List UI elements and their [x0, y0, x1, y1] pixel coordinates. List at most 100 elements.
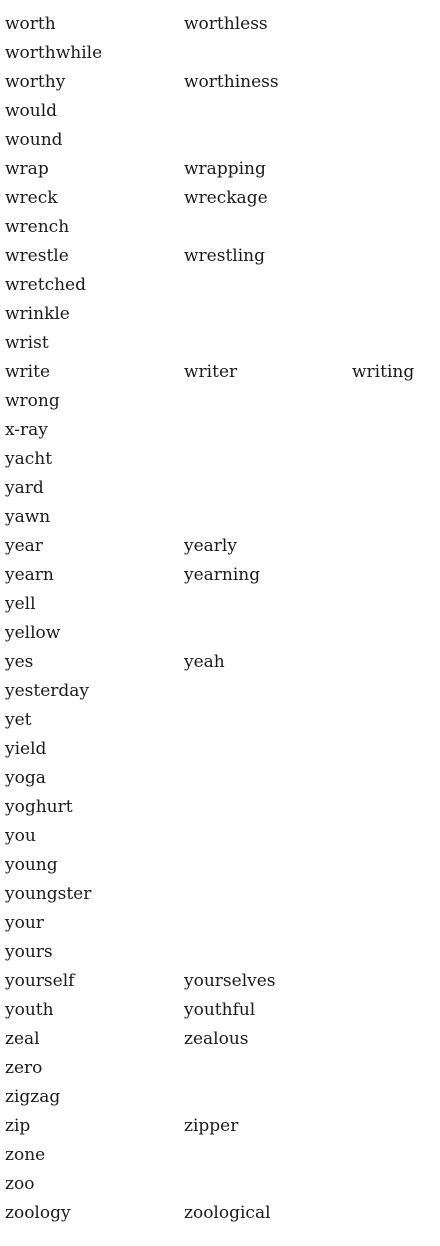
word-row: yes yeah — [5, 648, 435, 677]
derived-word: zipper — [184, 1116, 239, 1136]
word-row: wretched — [5, 271, 435, 300]
headword: wretched — [5, 275, 86, 295]
headword: yell — [5, 594, 36, 614]
derived-word: zealous — [184, 1029, 249, 1049]
word-row: zero — [5, 1054, 435, 1083]
derived-word: yeah — [184, 652, 225, 672]
headword: zeal — [5, 1029, 40, 1049]
word-row: zigzag — [5, 1083, 435, 1112]
headword: yearn — [5, 565, 54, 585]
headword: zoology — [5, 1203, 71, 1223]
word-row: write writer writing — [5, 358, 435, 387]
headword: yacht — [5, 449, 53, 469]
word-row: yearn yearning — [5, 561, 435, 590]
word-row: yellow — [5, 619, 435, 648]
derived-word: wrapping — [184, 159, 266, 179]
headword: your — [5, 913, 44, 933]
derived-word: youthful — [184, 1000, 256, 1020]
headword: worthy — [5, 72, 66, 92]
derived-word: writing — [352, 362, 415, 382]
headword: yoga — [5, 768, 46, 788]
headword: zigzag — [5, 1087, 61, 1107]
headword: youngster — [5, 884, 92, 904]
word-list: worth worthless worthwhile worthy worthiness… — [5, 10, 435, 1228]
word-row: yacht — [5, 445, 435, 474]
word-row: yard — [5, 474, 435, 503]
word-row: youngster — [5, 880, 435, 909]
headword: yoghurt — [5, 797, 73, 817]
headword: yard — [5, 478, 44, 498]
word-row: your — [5, 909, 435, 938]
derived-word: wrestling — [184, 246, 265, 266]
headword: wrench — [5, 217, 70, 237]
word-row: wrong — [5, 387, 435, 416]
word-row: zoology zoological — [5, 1199, 435, 1228]
headword: x-ray — [5, 420, 48, 440]
headword: yes — [5, 652, 34, 672]
word-row: year yearly — [5, 532, 435, 561]
word-row: yell — [5, 590, 435, 619]
word-row: youth youthful — [5, 996, 435, 1025]
derived-word: wreckage — [184, 188, 268, 208]
word-row: yawn — [5, 503, 435, 532]
word-row: wrist — [5, 329, 435, 358]
headword: year — [5, 536, 43, 556]
headword: yield — [5, 739, 47, 759]
headword: wrinkle — [5, 304, 70, 324]
word-row: yesterday — [5, 677, 435, 706]
word-row: wrap wrapping — [5, 155, 435, 184]
headword: worth — [5, 14, 56, 34]
word-row: yourself yourselves — [5, 967, 435, 996]
word-row: yoga — [5, 764, 435, 793]
word-row: yet — [5, 706, 435, 735]
headword: wound — [5, 130, 63, 150]
word-row: worthy worthiness — [5, 68, 435, 97]
headword: would — [5, 101, 58, 121]
headword: zoo — [5, 1174, 35, 1194]
word-row: wrestle wrestling — [5, 242, 435, 271]
derived-word: worthless — [184, 14, 268, 34]
headword: wrestle — [5, 246, 69, 266]
derived-word: worthiness — [184, 72, 279, 92]
headword: yesterday — [5, 681, 90, 701]
word-row: wrench — [5, 213, 435, 242]
headword: write — [5, 362, 51, 382]
headword: wreck — [5, 188, 58, 208]
headword: zero — [5, 1058, 43, 1078]
derived-word: yearning — [184, 565, 261, 585]
headword: wrong — [5, 391, 60, 411]
word-row: zip zipper — [5, 1112, 435, 1141]
derived-word: writer — [184, 362, 238, 382]
headword: yourself — [5, 971, 75, 991]
headword: worthwhile — [5, 43, 103, 63]
word-row: zeal zealous — [5, 1025, 435, 1054]
headword: zip — [5, 1116, 31, 1136]
word-row: zoo — [5, 1170, 435, 1199]
headword: youth — [5, 1000, 54, 1020]
derived-word: yearly — [184, 536, 237, 556]
word-row: worth worthless — [5, 10, 435, 39]
word-row: young — [5, 851, 435, 880]
word-row: wreck wreckage — [5, 184, 435, 213]
headword: you — [5, 826, 36, 846]
word-row: x-ray — [5, 416, 435, 445]
word-row: would — [5, 97, 435, 126]
word-row: you — [5, 822, 435, 851]
headword: young — [5, 855, 58, 875]
word-row: yours — [5, 938, 435, 967]
derived-word: zoological — [184, 1203, 271, 1223]
word-row: wrinkle — [5, 300, 435, 329]
word-row: worthwhile — [5, 39, 435, 68]
headword: zone — [5, 1145, 46, 1165]
derived-word: yourselves — [184, 971, 276, 991]
headword: yet — [5, 710, 32, 730]
headword: yellow — [5, 623, 61, 643]
headword: yawn — [5, 507, 51, 527]
headword: yours — [5, 942, 53, 962]
headword: wrist — [5, 333, 49, 353]
word-row: yoghurt — [5, 793, 435, 822]
word-row: wound — [5, 126, 435, 155]
headword: wrap — [5, 159, 49, 179]
word-row: yield — [5, 735, 435, 764]
word-row: zone — [5, 1141, 435, 1170]
